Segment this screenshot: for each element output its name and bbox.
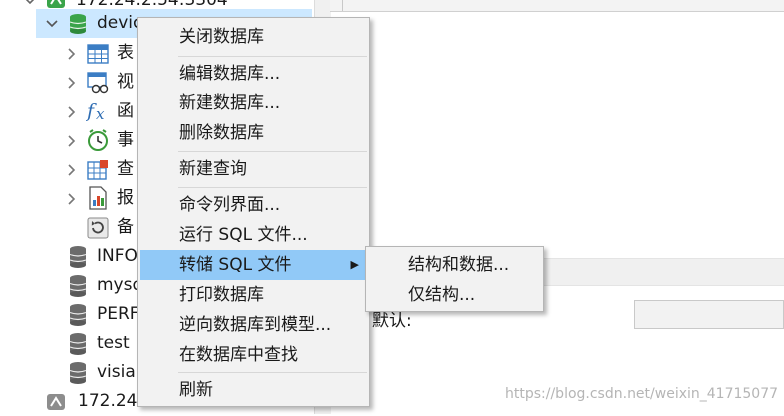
menu-separator (178, 56, 367, 57)
dump-sql-submenu: 结构和数据... 仅结构... (365, 246, 544, 312)
menu-item-reverse-to-model[interactable]: 逆向数据库到模型... (140, 310, 367, 340)
chevron-right-icon[interactable] (64, 97, 80, 126)
server-icon (44, 390, 68, 414)
tree-node-label: visial (97, 362, 141, 382)
database-icon (66, 12, 90, 36)
events-icon (86, 128, 110, 152)
chevron-right-icon[interactable] (64, 39, 80, 68)
menu-item-close-database[interactable]: 关闭数据库 (140, 22, 367, 52)
menu-item-new-database[interactable]: 新建数据库... (140, 88, 367, 118)
menu-item-label: 新建数据库... (179, 93, 281, 113)
tree-node-label: 172.24 (78, 391, 138, 411)
database-icon (66, 274, 90, 298)
database-icon (66, 303, 90, 327)
svg-text:x: x (96, 105, 105, 123)
database-icon (66, 361, 90, 385)
menu-item-structure-only[interactable]: 仅结构... (368, 280, 541, 310)
menu-item-label: 命令列界面... (179, 195, 281, 215)
tree-node-label: 事 (117, 130, 134, 150)
queries-icon (86, 158, 110, 182)
menu-item-label: 删除数据库 (179, 123, 264, 143)
backups-icon (86, 216, 110, 240)
menu-item-find-in-database[interactable]: 在数据库中查找 (140, 340, 367, 370)
default-value-field[interactable] (634, 300, 784, 329)
submenu-arrow-icon: ▶ (350, 258, 359, 271)
menu-separator (178, 372, 367, 373)
menu-item-label: 打印数据库 (179, 285, 264, 305)
object-toolbar (330, 0, 784, 12)
watermark-text: https://blog.csdn.net/weixin_41715077 (505, 386, 779, 402)
chevron-right-icon[interactable] (64, 126, 80, 155)
reports-icon (86, 186, 110, 210)
database-icon (66, 245, 90, 269)
menu-item-refresh[interactable]: 刷新 (140, 375, 367, 405)
menu-item-label: 在数据库中查找 (179, 345, 298, 365)
functions-icon: fx (86, 99, 110, 123)
database-icon (66, 332, 90, 356)
tables-icon (86, 42, 110, 66)
context-menu: 关闭数据库 编辑数据库... 新建数据库... 删除数据库 新建查询 命令列界面… (137, 17, 370, 407)
menu-item-label: 运行 SQL 文件... (179, 225, 308, 245)
views-icon (86, 71, 110, 95)
toolbar-divider (342, 0, 343, 11)
tree-node-label: 查 (117, 159, 134, 179)
menu-item-label: 逆向数据库到模型... (179, 315, 332, 335)
menu-item-label: 仅结构... (408, 285, 476, 305)
menu-item-run-sql-file[interactable]: 运行 SQL 文件... (140, 220, 367, 250)
menu-item-label: 结构和数据... (408, 255, 510, 275)
tree-node-label: 报 (117, 188, 134, 208)
menu-item-new-query[interactable]: 新建查询 (140, 154, 367, 184)
tree-node-label: 表 (117, 43, 134, 63)
menu-item-label: 刷新 (179, 380, 213, 400)
chevron-right-icon[interactable] (64, 155, 80, 184)
menu-item-command-line[interactable]: 命令列界面... (140, 190, 367, 220)
menu-item-label: 编辑数据库... (179, 64, 281, 84)
menu-item-label: 转储 SQL 文件 (179, 255, 292, 275)
chevron-right-icon[interactable] (64, 184, 80, 213)
menu-item-structure-and-data[interactable]: 结构和数据... (368, 250, 541, 280)
menu-item-label: 新建查询 (179, 159, 247, 179)
chevron-down-icon[interactable] (44, 9, 60, 38)
menu-separator (178, 151, 367, 152)
menu-item-label: 关闭数据库 (179, 27, 264, 47)
tree-node-label: 函 (117, 101, 134, 121)
menu-item-edit-database[interactable]: 编辑数据库... (140, 59, 367, 89)
tree-node-label: test (97, 333, 130, 353)
menu-item-print-database[interactable]: 打印数据库 (140, 280, 367, 310)
tree-node-label: 备 (117, 217, 134, 237)
menu-item-dump-sql-file[interactable]: 转储 SQL 文件 ▶ (140, 250, 367, 280)
menu-separator (178, 187, 367, 188)
tree-node-label: 视 (117, 72, 134, 92)
chevron-right-icon[interactable] (64, 68, 80, 97)
menu-item-delete-database[interactable]: 删除数据库 (140, 118, 367, 148)
